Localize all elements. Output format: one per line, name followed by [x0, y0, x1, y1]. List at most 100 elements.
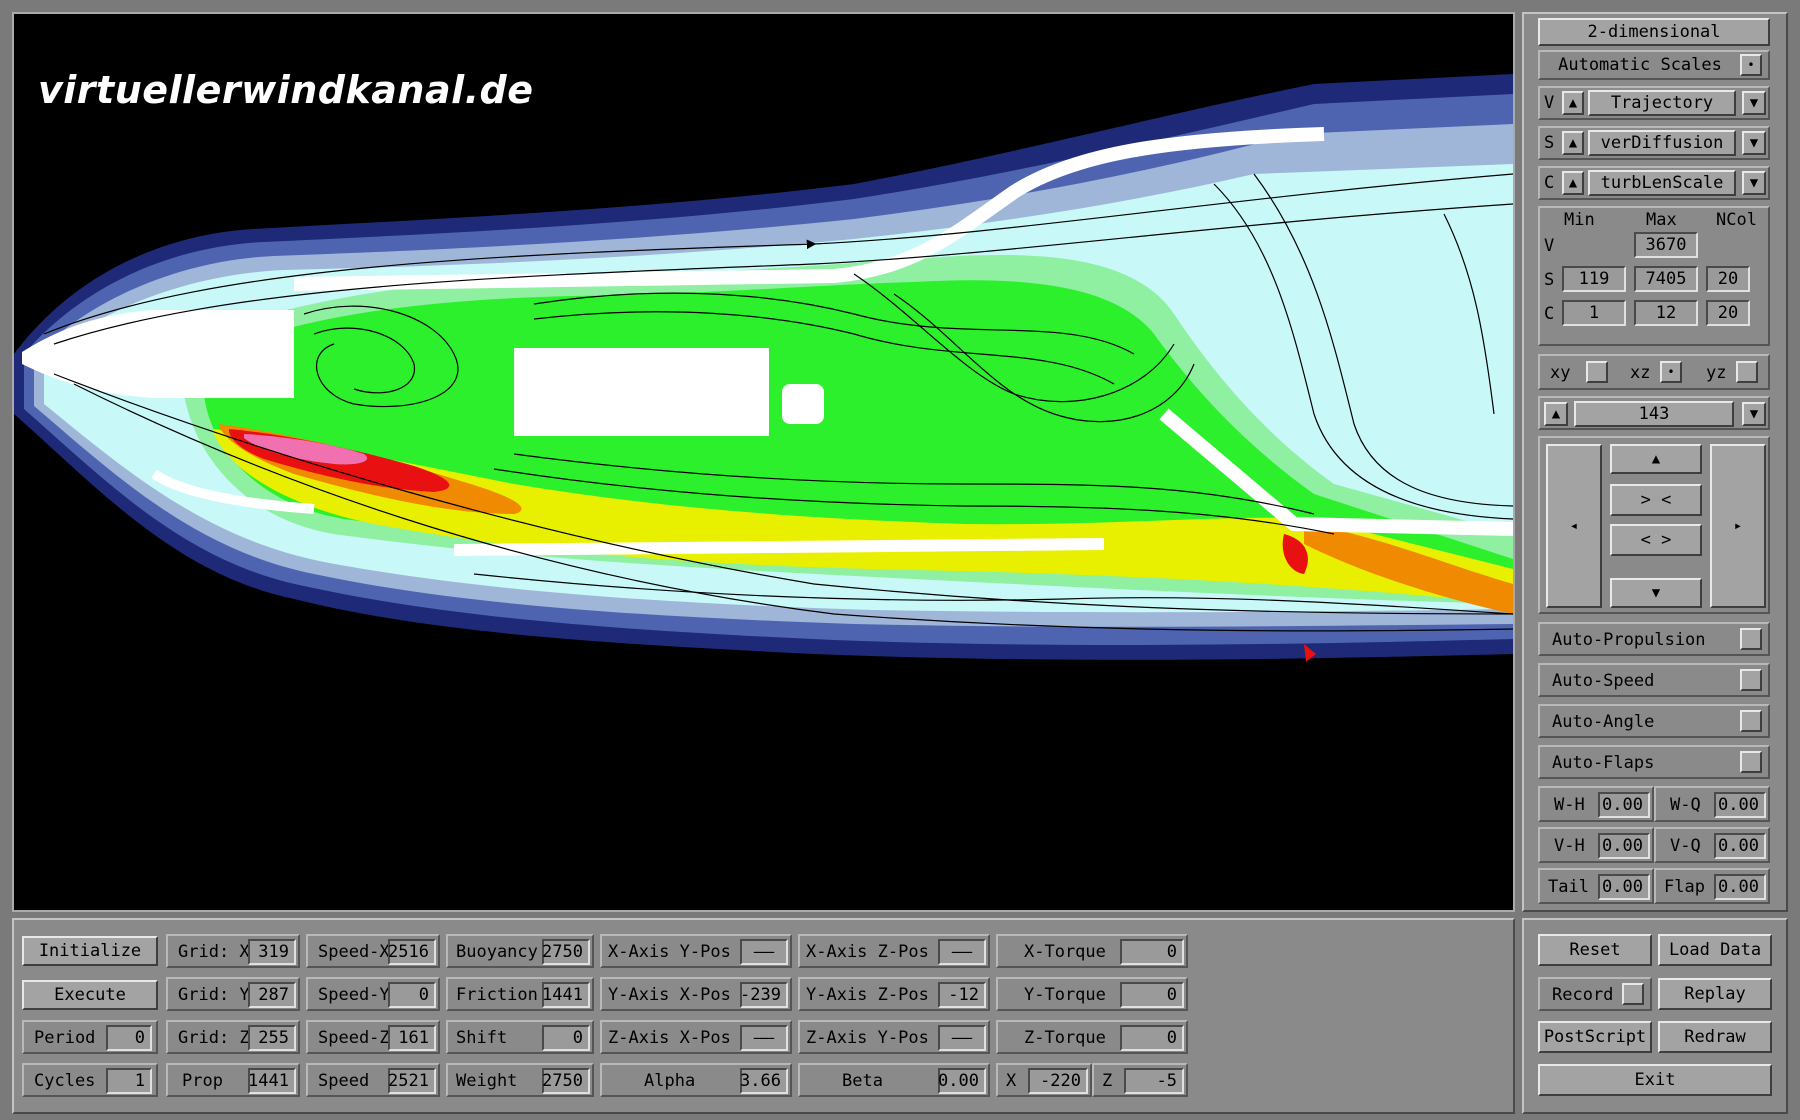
plane-xz-radio[interactable]: • [1660, 361, 1682, 383]
selector-v-up-button[interactable]: ▲ [1562, 91, 1584, 115]
zoom-in-button[interactable]: > < [1610, 484, 1702, 516]
y-torque-field[interactable]: 0 [1120, 982, 1184, 1008]
replay-button[interactable]: Replay [1658, 978, 1772, 1010]
slice-value[interactable]: 143 [1574, 401, 1734, 427]
slice-up-button[interactable]: ▲ [1544, 402, 1568, 426]
auto-speed-checkbox[interactable] [1740, 669, 1762, 691]
postscript-button[interactable]: PostScript [1538, 1021, 1652, 1053]
speed-y-field[interactable]: 0 [388, 982, 436, 1008]
triangle-up-icon: ▲ [1651, 451, 1661, 467]
prop-field[interactable]: 1441 [248, 1068, 296, 1094]
triangle-right-icon: ▸ [1733, 518, 1743, 534]
pan-down-button[interactable]: ▼ [1610, 578, 1702, 608]
x-torque-field[interactable]: 0 [1120, 939, 1184, 965]
yaxis-xpos-field[interactable]: -239 [740, 982, 788, 1008]
pan-up-button[interactable]: ▲ [1610, 444, 1702, 474]
x-pos-field[interactable]: -220 [1028, 1068, 1088, 1094]
friction-label: Friction [456, 985, 538, 1005]
z-pos-value: -5 [1156, 1071, 1177, 1091]
selector-c-row: C ▲ turbLenScale ▼ [1538, 166, 1770, 200]
shift-field[interactable]: 0 [542, 1025, 590, 1051]
xaxis-zpos-field[interactable]: —— [938, 939, 986, 965]
buoyancy-field[interactable]: 2750 [542, 939, 590, 965]
selector-c-up-button[interactable]: ▲ [1562, 171, 1584, 195]
automatic-scales-checkbox[interactable]: • [1740, 54, 1762, 76]
wing-vq-field[interactable]: 0.00 [1714, 833, 1766, 859]
slice-value-label: 143 [1638, 404, 1670, 424]
zaxis-ypos-field[interactable]: —— [938, 1025, 986, 1051]
z-pos-field[interactable]: -5 [1124, 1068, 1184, 1094]
grid-z-row: Grid: Z 255 [166, 1020, 300, 1054]
wing-vh-field[interactable]: 0.00 [1598, 833, 1650, 859]
xaxis-ypos-field[interactable]: —— [740, 939, 788, 965]
redraw-button[interactable]: Redraw [1658, 1021, 1772, 1053]
range-c-min-field[interactable]: 1 [1562, 300, 1626, 326]
selector-c-value[interactable]: turbLenScale [1588, 170, 1736, 196]
auto-angle-checkbox[interactable] [1740, 710, 1762, 732]
range-s-ncol-field[interactable]: 20 [1706, 266, 1750, 292]
grid-y-row: Grid: Y 287 [166, 977, 300, 1011]
cycles-field[interactable]: 1 [106, 1068, 152, 1094]
execute-button[interactable]: Execute [22, 980, 158, 1010]
range-v-max-field[interactable]: 3670 [1634, 232, 1698, 258]
selector-s-value[interactable]: verDiffusion [1588, 130, 1736, 156]
range-s-min-field[interactable]: 119 [1562, 266, 1626, 292]
xaxis-ypos-label: X-Axis Y-Pos [608, 942, 731, 962]
weight-label: Weight [456, 1071, 518, 1091]
period-field[interactable]: 0 [106, 1025, 152, 1051]
alpha-field[interactable]: 3.66 [740, 1068, 788, 1094]
range-c-ncol-field[interactable]: 20 [1706, 300, 1750, 326]
record-checkbox[interactable] [1622, 983, 1644, 1005]
speed-x-field[interactable]: 2516 [388, 939, 436, 965]
flow-visualization[interactable]: virtuellerwindkanal.de [12, 12, 1515, 912]
friction-field[interactable]: 1441 [542, 982, 590, 1008]
slice-down-button[interactable]: ▼ [1742, 402, 1766, 426]
grid-y-field[interactable]: 287 [248, 982, 296, 1008]
exit-label: Exit [1634, 1070, 1676, 1090]
yaxis-zpos-field[interactable]: -12 [938, 982, 986, 1008]
zoom-out-label: < > [1640, 530, 1672, 550]
plane-selector-row: xy xz • yz [1538, 354, 1770, 390]
selector-s-row: S ▲ verDiffusion ▼ [1538, 126, 1770, 160]
flap-field[interactable]: 0.00 [1714, 874, 1766, 900]
zoom-out-button[interactable]: < > [1610, 524, 1702, 556]
grid-x-field[interactable]: 319 [248, 939, 296, 965]
range-s-max-field[interactable]: 7405 [1634, 266, 1698, 292]
beta-field[interactable]: 0.00 [938, 1068, 986, 1094]
selector-s-up-button[interactable]: ▲ [1562, 131, 1584, 155]
automatic-scales-mark: • [1747, 58, 1755, 72]
plane-xy-radio[interactable] [1586, 361, 1608, 383]
tail-field[interactable]: 0.00 [1598, 874, 1650, 900]
wing-vq-value: 0.00 [1718, 836, 1759, 856]
grid-z-field[interactable]: 255 [248, 1025, 296, 1051]
pan-left-button[interactable]: ◂ [1546, 444, 1602, 608]
plane-yz-radio[interactable] [1736, 361, 1758, 383]
speed-field[interactable]: 2521 [388, 1068, 436, 1094]
initialize-button[interactable]: Initialize [22, 936, 158, 966]
selector-v-dropdown-button[interactable]: ▼ [1742, 91, 1766, 115]
pan-right-button[interactable]: ▸ [1710, 444, 1766, 608]
z-torque-field[interactable]: 0 [1120, 1025, 1184, 1051]
dimension-mode-button[interactable]: 2-dimensional [1538, 18, 1770, 46]
grid-z-value: 255 [258, 1028, 289, 1048]
selector-v-value[interactable]: Trajectory [1588, 90, 1736, 116]
speed-z-value: 161 [398, 1028, 429, 1048]
weight-field[interactable]: 2750 [542, 1068, 590, 1094]
grid-x-row: Grid: X 319 [166, 934, 300, 968]
wing-wq-field[interactable]: 0.00 [1714, 792, 1766, 818]
speed-z-field[interactable]: 161 [388, 1025, 436, 1051]
zaxis-xpos-field[interactable]: —— [740, 1025, 788, 1051]
load-data-button[interactable]: Load Data [1658, 934, 1772, 966]
grid-x-value: 319 [258, 942, 289, 962]
selector-c-dropdown-button[interactable]: ▼ [1742, 171, 1766, 195]
wing-wh-field[interactable]: 0.00 [1598, 792, 1650, 818]
range-c-max-field[interactable]: 12 [1634, 300, 1698, 326]
tail-value: 0.00 [1602, 877, 1643, 897]
reset-button[interactable]: Reset [1538, 934, 1652, 966]
selector-s-dropdown-button[interactable]: ▼ [1742, 131, 1766, 155]
auto-flaps-checkbox[interactable] [1740, 751, 1762, 773]
auto-propulsion-checkbox[interactable] [1740, 628, 1762, 650]
exit-button[interactable]: Exit [1538, 1064, 1772, 1096]
triangle-up-icon: ▲ [1568, 175, 1578, 191]
range-c-max-value: 12 [1655, 303, 1677, 323]
